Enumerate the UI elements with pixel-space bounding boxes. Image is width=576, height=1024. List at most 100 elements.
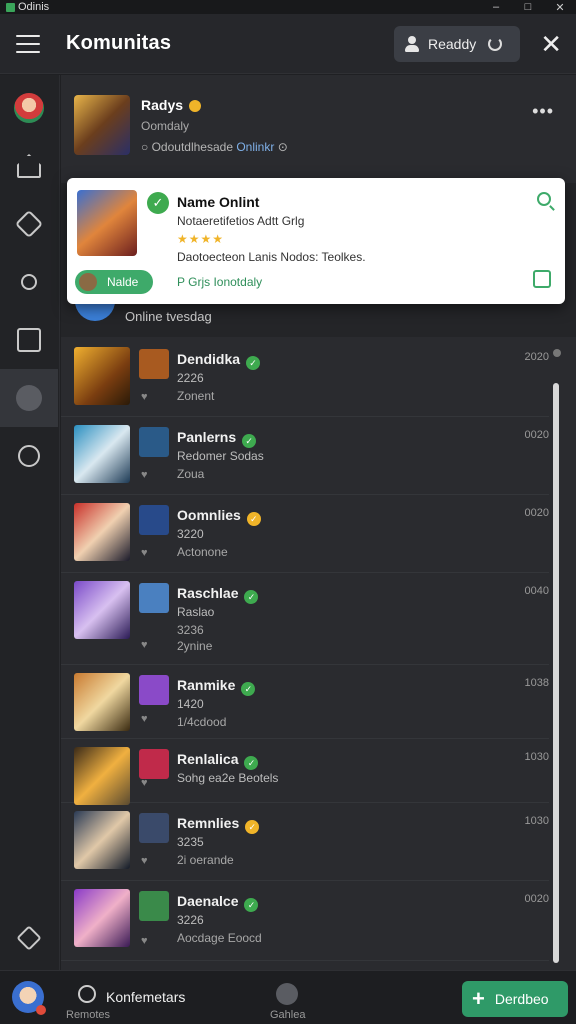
maximize-button[interactable]: □ (512, 1, 544, 14)
notification-dot (36, 1005, 46, 1015)
member-thumbnail (74, 503, 130, 561)
featured-title-row: Radys (141, 97, 202, 113)
bag-icon (17, 328, 41, 352)
member-name-row: Ranmike ✓ (177, 677, 256, 696)
member-line1: 2226 (177, 371, 204, 385)
sidebar-item-home[interactable] (0, 137, 58, 195)
member-list: ♥ Daenalce ✓ 3226 Aocdage Eoocd 0020 ♥ Remnlies… (61, 337, 576, 970)
heart-icon[interactable]: ♥ (141, 639, 148, 651)
member-name-row: Raschlae ✓ (177, 585, 259, 604)
member-time: 0020 (524, 507, 549, 519)
heart-icon[interactable]: ♥ (141, 713, 148, 725)
member-name: Oomnlies (177, 507, 241, 523)
list-item[interactable]: ♥ Ranmike ✓ 1420 1/4cdood 1038 (61, 665, 549, 739)
ready-label: Readdy (428, 36, 477, 52)
list-item[interactable]: ♥ Dendidka ✓ 2226 Zonent 2020 (61, 339, 549, 417)
member-line2: 3236 (177, 623, 204, 637)
member-name: Ranmike (177, 677, 236, 693)
more-options-icon[interactable]: ••• (532, 101, 554, 122)
scrollbar[interactable] (553, 383, 559, 963)
member-thumbnail (74, 747, 130, 805)
heart-icon[interactable]: ♥ (141, 777, 148, 789)
page-title: Komunitas (66, 32, 172, 54)
edit-icon[interactable] (533, 270, 551, 288)
member-line3: 2ynine (177, 639, 213, 653)
list-item[interactable]: ♥ Remnlies ✓ 3235 2i oerande 1030 (61, 803, 549, 881)
window-close-button[interactable]: ✕ (544, 1, 576, 14)
sidebar-item-bag[interactable] (0, 311, 58, 369)
member-thumbnail (74, 889, 130, 947)
member-name: Panlerns (177, 429, 237, 445)
heart-icon[interactable]: ♥ (141, 469, 148, 481)
avatar-icon (14, 93, 44, 123)
member-line1: 1420 (177, 697, 204, 711)
minimize-button[interactable]: – (480, 1, 512, 14)
member-line2: Aocdage Eoocd (177, 931, 262, 945)
compass-icon[interactable] (276, 983, 298, 1005)
heart-icon[interactable]: ♥ (141, 547, 148, 559)
list-item[interactable]: ♥ Oomnlies ✓ 3220 Actonone 0020 (61, 495, 549, 573)
member-time: 1038 (524, 677, 549, 689)
popup-note: Daotoecteon Lanis Nodos: Teolkes. (177, 250, 366, 264)
chat-icon (16, 385, 42, 411)
member-avatar (139, 583, 169, 613)
window-title: Odinis (18, 1, 50, 13)
sidebar-item-profile[interactable] (0, 79, 58, 137)
member-name: Remnlies (177, 815, 240, 831)
remotes-icon[interactable] (78, 985, 96, 1003)
sidebar (0, 75, 60, 970)
popup-link[interactable]: P Grjs Ionotdaly (177, 275, 262, 289)
diamond-icon (16, 925, 42, 951)
list-item[interactable]: ♥ Renlalica ✓ Sohg ea2e Beotels 1030 (61, 739, 549, 805)
featured-card[interactable]: Radys Oomdaly ○ Odoutdlhesade Onlinkr ⊙ … (61, 75, 576, 183)
member-time: 0040 (524, 585, 549, 597)
list-item[interactable]: ♥ Daenalce ✓ 3226 Aocdage Eoocd 0020 (61, 881, 549, 961)
close-icon[interactable]: ✕ (540, 31, 562, 57)
member-time: 2020 (524, 351, 549, 363)
member-thumbnail (74, 347, 130, 405)
ready-button[interactable]: Readdy (394, 26, 520, 62)
window-controls: – □ ✕ (480, 1, 576, 14)
featured-thumbnail (74, 95, 130, 155)
sidebar-item-keys[interactable] (0, 253, 58, 311)
featured-status: ○ Odoutdlhesade Onlinkr ⊙ (141, 140, 288, 154)
member-thumbnail (74, 673, 130, 731)
sidebar-item-shield[interactable] (0, 427, 58, 485)
bottom-title[interactable]: Konfemetars (106, 989, 185, 1005)
member-line2: 2i oerande (177, 853, 234, 867)
window-titlebar: Odinis – □ ✕ (0, 0, 576, 14)
featured-status-prefix: Odoutdlhesade (151, 140, 233, 154)
user-icon (404, 36, 420, 52)
member-time: 1030 (524, 751, 549, 763)
search-icon[interactable] (537, 192, 551, 206)
member-line2: Zoua (177, 467, 205, 481)
popup-action-button[interactable]: Nalde (75, 270, 153, 294)
create-button-label: Derdbeo (494, 991, 549, 1007)
member-line1: Sohg ea2e Beotels (177, 771, 279, 785)
gold-badge-icon: ✓ (246, 512, 261, 526)
profile-popup[interactable]: ✓ Name Onlint Notaeretifetios Adtt Grlg … (67, 178, 565, 304)
create-button[interactable]: + Derdbeo (462, 981, 568, 1017)
member-name-row: Remnlies ✓ (177, 815, 260, 834)
verified-badge-icon: ✓ (244, 756, 259, 770)
menu-icon[interactable] (16, 34, 40, 53)
popup-title: Name Onlint (177, 194, 260, 210)
sidebar-item-diamond[interactable] (0, 909, 58, 967)
member-name-row: Renlalica ✓ (177, 751, 259, 770)
list-item[interactable]: ♥ Raschlae ✓ Raslao 3236 2ynine 0040 (61, 573, 549, 665)
member-line2: Zonent (177, 389, 215, 403)
member-time: 0020 (524, 429, 549, 441)
gold-badge-icon: ✓ (245, 820, 260, 834)
verified-badge-icon: ✓ (244, 898, 259, 912)
member-name: Renlalica (177, 751, 239, 767)
member-avatar (139, 505, 169, 535)
sidebar-item-tags[interactable] (0, 195, 58, 253)
member-name-row: Dendidka ✓ (177, 351, 261, 370)
heart-icon[interactable]: ♥ (141, 391, 148, 403)
avatar (79, 273, 97, 291)
sidebar-item-community[interactable] (0, 369, 58, 427)
heart-icon[interactable]: ♥ (141, 855, 148, 867)
home-icon (17, 154, 41, 178)
heart-icon[interactable]: ♥ (141, 935, 148, 947)
list-item[interactable]: ♥ Panlerns ✓ Redomer Sodas Zoua 0020 (61, 417, 549, 495)
